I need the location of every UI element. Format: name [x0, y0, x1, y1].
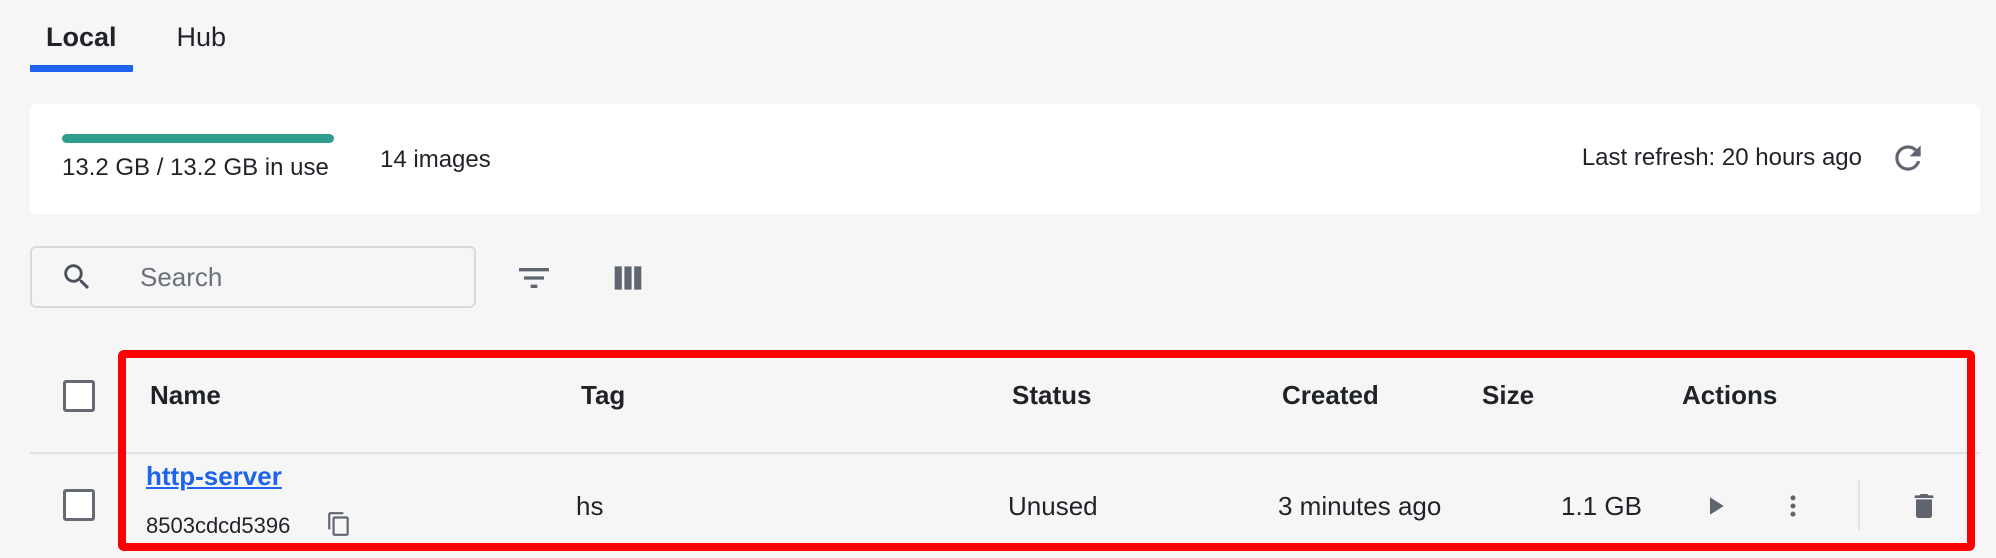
copy-icon — [328, 512, 349, 536]
filter-icon — [519, 268, 549, 288]
column-header-created[interactable]: Created — [1282, 380, 1379, 411]
select-all-checkbox[interactable] — [63, 380, 95, 412]
tab-local[interactable]: Local — [30, 2, 133, 72]
delete-button[interactable] — [1904, 486, 1944, 526]
refresh-icon — [1895, 145, 1921, 171]
refresh-area: Last refresh: 20 hours ago — [1582, 134, 1932, 182]
trash-icon — [1914, 494, 1934, 518]
filter-button[interactable] — [510, 254, 558, 302]
columns-button[interactable] — [604, 254, 652, 302]
column-header-size[interactable]: Size — [1482, 380, 1534, 411]
tab-bar: Local Hub — [30, 0, 242, 72]
column-header-status[interactable]: Status — [1012, 380, 1091, 411]
search-icon — [64, 264, 90, 290]
image-tag: hs — [576, 491, 604, 521]
disk-usage-bar — [62, 134, 334, 143]
copy-id-button[interactable] — [326, 510, 354, 540]
image-id: 8503cdcd5396 — [146, 513, 291, 538]
column-header-actions: Actions — [1682, 380, 1778, 410]
table-divider — [30, 452, 1980, 454]
image-created: 3 minutes ago — [1278, 491, 1442, 521]
last-refresh-text: Last refresh: 20 hours ago — [1581, 144, 1862, 171]
tab-hub[interactable]: Hub — [161, 2, 243, 72]
search-input[interactable] — [138, 260, 442, 294]
disk-usage-text: 13.2 GB / 13.2 GB in use — [62, 154, 329, 181]
disk-usage: 13.2 GB / 13.2 GB in use — [62, 134, 334, 182]
more-actions-button[interactable] — [1773, 486, 1813, 526]
row-checkbox[interactable] — [63, 489, 95, 521]
images-page: Local Hub 13.2 GB / 13.2 GB in use 14 im… — [0, 0, 1996, 558]
columns-icon — [614, 266, 642, 290]
more-vertical-icon — [1790, 495, 1796, 517]
search-box — [30, 246, 476, 308]
images-count: 14 images — [380, 146, 491, 173]
image-size: 1.1 GB — [1561, 491, 1642, 521]
disk-usage-card: 13.2 GB / 13.2 GB in use 14 images Last … — [30, 104, 1980, 214]
image-status: Unused — [1008, 491, 1098, 521]
play-icon — [1710, 497, 1724, 515]
column-header-name[interactable]: Name — [150, 380, 221, 411]
actions-separator — [1858, 480, 1860, 530]
run-button[interactable] — [1695, 486, 1735, 526]
refresh-button[interactable] — [1884, 134, 1932, 182]
image-name-link[interactable]: http-server — [146, 461, 282, 492]
column-header-tag[interactable]: Tag — [581, 380, 625, 411]
